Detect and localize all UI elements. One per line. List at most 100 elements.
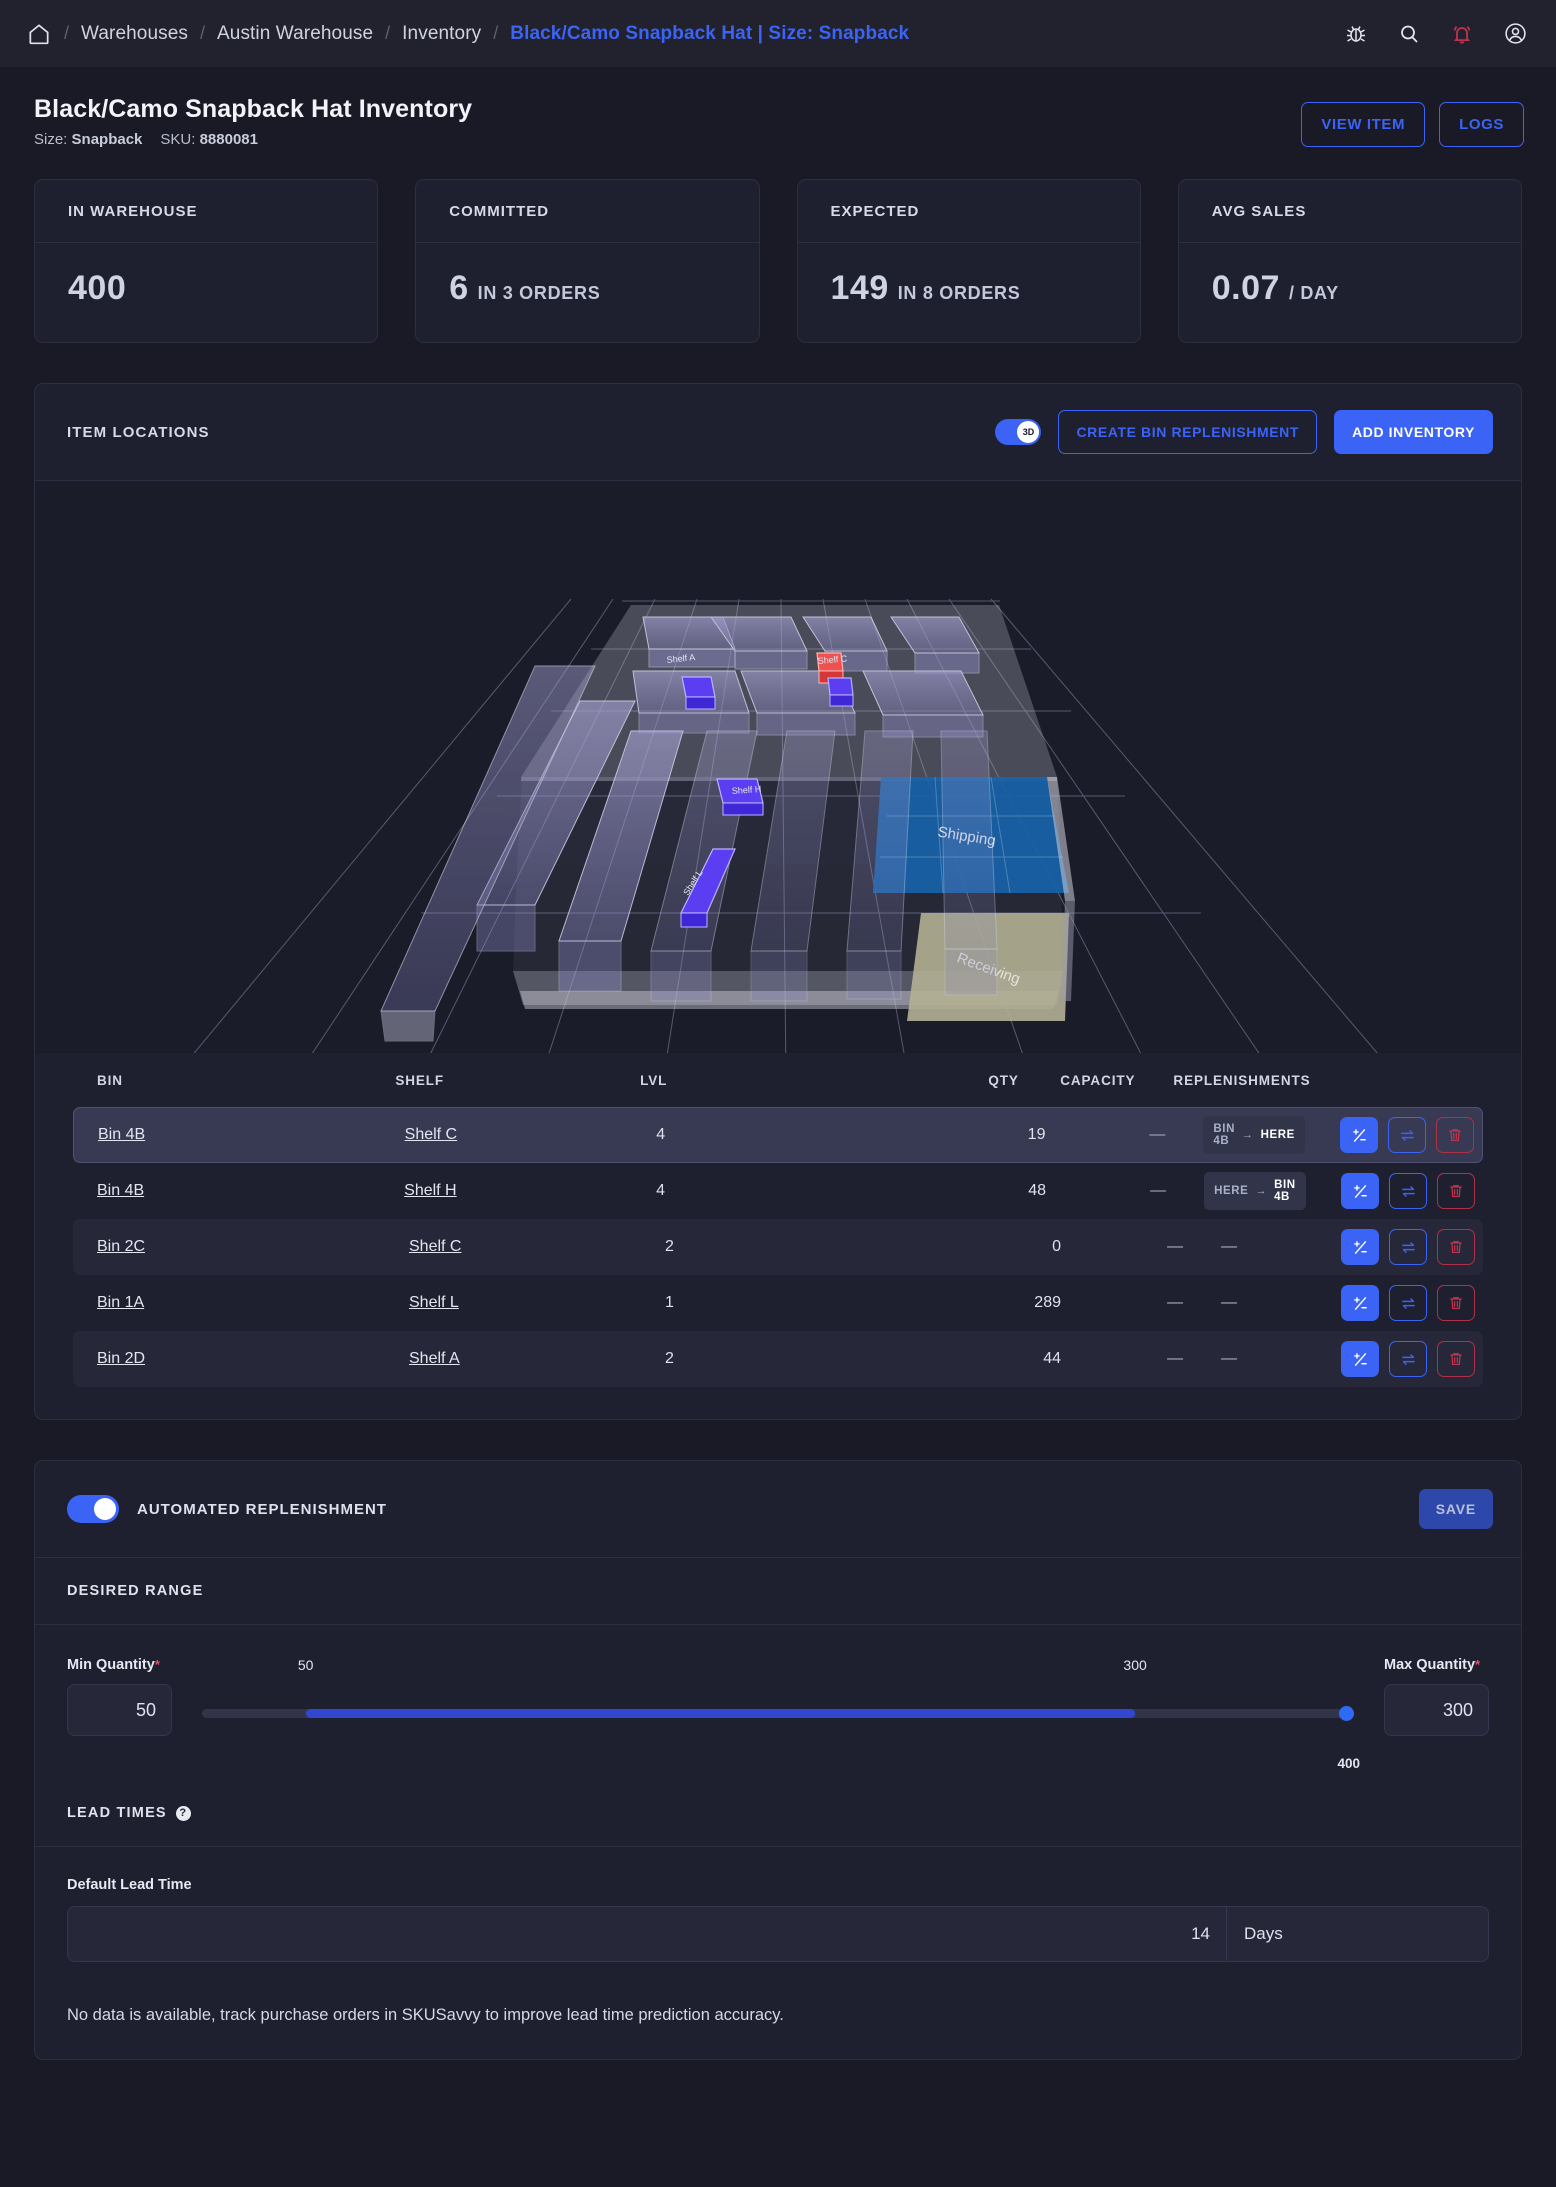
stat-unit: IN 8 ORDERS [897, 283, 1021, 303]
slider-mark-min: 50 [297, 1657, 314, 1673]
delete-icon[interactable] [1436, 1117, 1474, 1153]
level-value: 4 [656, 1182, 666, 1199]
arrow-right-icon: → [1255, 1185, 1268, 1197]
page-header: Black/Camo Snapback Hat Inventory Size: … [0, 67, 1556, 148]
column-header-qty: QTY [988, 1072, 1019, 1088]
breadcrumb-item-current: Black/Camo Snapback Hat | Size: Snapback [510, 22, 910, 44]
logs-button[interactable]: LOGS [1439, 102, 1524, 147]
table-row[interactable]: Bin 4B Shelf C 4 19 — BIN 4B → HERE [73, 1107, 1483, 1163]
delete-icon[interactable] [1437, 1285, 1475, 1321]
replenishment-to: BIN 4B [1274, 1179, 1296, 1203]
desired-range-header: DESIRED RANGE [35, 1558, 1521, 1625]
adjust-quantity-icon[interactable] [1340, 1117, 1378, 1153]
breadcrumb-item-austin-warehouse[interactable]: Austin Warehouse [217, 23, 373, 45]
save-button[interactable]: SAVE [1418, 1489, 1493, 1529]
bin-link[interactable]: Bin 2C [97, 1238, 145, 1255]
breadcrumb: / Warehouses / Austin Warehouse / Invent… [26, 21, 1344, 47]
required-mark: * [1475, 1657, 1481, 1672]
replenishment-from: HERE [1214, 1185, 1249, 1197]
slider-mark-max: 300 [1123, 1657, 1147, 1673]
transfer-icon[interactable] [1389, 1285, 1427, 1321]
account-icon[interactable] [1503, 21, 1528, 46]
stat-unit: IN 3 ORDERS [477, 283, 601, 303]
shelf-link[interactable]: Shelf L [409, 1294, 459, 1311]
size-label: Size: [34, 131, 68, 148]
lead-times-header: LEAD TIMES ? [35, 1780, 1521, 1847]
transfer-icon[interactable] [1388, 1117, 1426, 1153]
breadcrumb-separator: / [64, 23, 70, 43]
replenishment-badge[interactable]: BIN 4B → HERE [1203, 1116, 1305, 1154]
bug-icon[interactable] [1344, 22, 1368, 46]
breadcrumb-item-inventory[interactable]: Inventory [402, 23, 481, 45]
desired-range-controls: Min Quantity* 50 50 300 400 Max Quantity… [35, 1625, 1521, 1780]
warehouse-3d-view[interactable]: Shipping Receiving Shelf A Shelf C Shelf… [35, 481, 1521, 1053]
stat-title: EXPECTED [797, 180, 1140, 243]
transfer-icon[interactable] [1389, 1173, 1427, 1209]
lead-times-body: Default Lead Time 14 Days No data is ava… [35, 1847, 1521, 2059]
create-bin-replenishment-button[interactable]: CREATE BIN REPLENISHMENT [1058, 410, 1318, 454]
bin-link[interactable]: Bin 1A [97, 1294, 144, 1311]
help-icon[interactable]: ? [175, 1805, 191, 1821]
page-header-actions: VIEW ITEM LOGS [1301, 95, 1524, 147]
sku-label: SKU: [160, 131, 196, 148]
toggle-3d-view[interactable]: 3D [995, 419, 1042, 445]
qty-value: 44 [1043, 1350, 1061, 1367]
adjust-quantity-icon[interactable] [1341, 1341, 1379, 1377]
table-row[interactable]: Bin 2D Shelf A 2 44 — — [73, 1331, 1483, 1387]
level-value: 2 [665, 1238, 674, 1255]
table-row[interactable]: Bin 4B Shelf H 4 48 — HERE → BIN 4B [73, 1163, 1483, 1219]
adjust-quantity-icon[interactable] [1341, 1229, 1379, 1265]
shelf-link[interactable]: Shelf C [405, 1126, 457, 1143]
home-icon[interactable] [26, 21, 52, 47]
automated-replenishment-label: AUTOMATED REPLENISHMENT [137, 1500, 387, 1518]
automated-replenishment-panel: AUTOMATED REPLENISHMENT SAVE DESIRED RAN… [34, 1460, 1522, 2060]
breadcrumb-separator: / [493, 23, 499, 43]
shelf-link[interactable]: Shelf C [409, 1238, 461, 1255]
panel-title: ITEM LOCATIONS [67, 423, 210, 441]
automated-replenishment-header: AUTOMATED REPLENISHMENT SAVE [35, 1461, 1521, 1558]
qty-value: 0 [1052, 1238, 1061, 1255]
replenishment-badge[interactable]: HERE → BIN 4B [1204, 1172, 1306, 1210]
replenishment-empty: — [1221, 1238, 1237, 1255]
max-quantity-input[interactable]: 300 [1384, 1684, 1489, 1736]
stat-unit: / DAY [1288, 283, 1339, 303]
page-title: Black/Camo Snapback Hat Inventory [34, 95, 473, 123]
required-mark: * [154, 1657, 160, 1672]
shelf-link[interactable]: Shelf H [404, 1182, 456, 1199]
bin-link[interactable]: Bin 4B [97, 1182, 144, 1199]
default-lead-time-input[interactable]: 14 [68, 1907, 1226, 1961]
slider-mark-end: 400 [1337, 1756, 1360, 1771]
sku-value: 8880081 [199, 131, 258, 148]
table-header-row: BIN SHELF LVL QTY CAPACITY REPLENISHMENT… [73, 1053, 1483, 1107]
view-item-button[interactable]: VIEW ITEM [1301, 102, 1426, 147]
slider-thumb[interactable] [1339, 1706, 1354, 1721]
shelf-label-h: Shelf H [731, 784, 761, 796]
bin-link[interactable]: Bin 4B [98, 1126, 145, 1143]
lead-time-note: No data is available, track purchase ord… [67, 2006, 784, 2024]
level-value: 2 [665, 1350, 674, 1367]
add-inventory-button[interactable]: ADD INVENTORY [1334, 410, 1493, 454]
delete-icon[interactable] [1437, 1173, 1475, 1209]
breadcrumb-item-warehouses[interactable]: Warehouses [81, 23, 188, 45]
table-row[interactable]: Bin 1A Shelf L 1 289 — — [73, 1275, 1483, 1331]
max-quantity-label-text: Max Quantity [1384, 1657, 1476, 1673]
min-quantity-input[interactable]: 50 [67, 1684, 172, 1736]
search-icon[interactable] [1397, 22, 1421, 46]
table-row[interactable]: Bin 2C Shelf C 2 0 — — [73, 1219, 1483, 1275]
transfer-icon[interactable] [1389, 1229, 1427, 1265]
adjust-quantity-icon[interactable] [1341, 1173, 1379, 1209]
bell-icon[interactable] [1450, 22, 1474, 46]
adjust-quantity-icon[interactable] [1341, 1285, 1379, 1321]
shelf-link[interactable]: Shelf A [409, 1350, 460, 1367]
slider-track[interactable]: 400 [202, 1706, 1360, 1771]
replenishment-from: BIN 4B [1213, 1123, 1235, 1147]
transfer-icon[interactable] [1389, 1341, 1427, 1377]
stat-value: 0.07 [1211, 269, 1280, 307]
default-lead-time-input-group: 14 Days [67, 1906, 1489, 1962]
delete-icon[interactable] [1437, 1341, 1475, 1377]
quantity-range-slider[interactable]: 50 300 400 [202, 1657, 1360, 1771]
automated-replenishment-toggle[interactable] [67, 1495, 119, 1523]
bin-link[interactable]: Bin 2D [97, 1350, 145, 1367]
stat-title: IN WAREHOUSE [35, 180, 378, 243]
delete-icon[interactable] [1437, 1229, 1475, 1265]
